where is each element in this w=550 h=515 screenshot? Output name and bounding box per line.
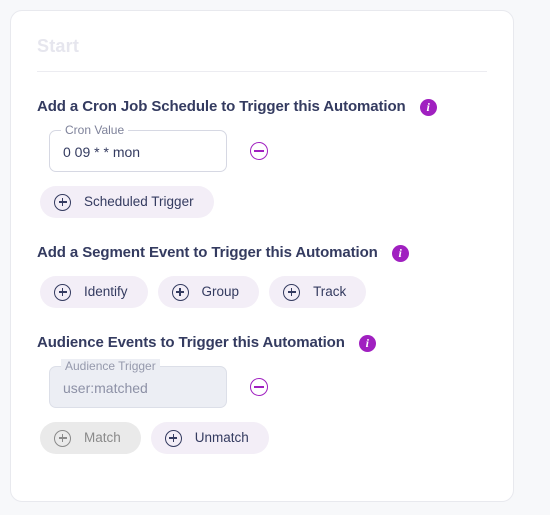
group-chip[interactable]: Group	[157, 276, 260, 308]
chip-label: Identify	[84, 284, 128, 299]
audience-trigger-input: user:matched	[63, 380, 148, 396]
chip-label: Scheduled Trigger	[84, 194, 194, 209]
match-chip: Match	[40, 422, 141, 454]
audience-trigger-field-row: Audience Trigger user:matched	[49, 359, 487, 408]
section-title: Audience Events to Trigger this Automati…	[37, 334, 345, 351]
info-icon[interactable]: i	[391, 244, 409, 262]
track-chip[interactable]: Track	[269, 276, 367, 308]
plus-circle-icon	[54, 429, 71, 447]
chip-label: Match	[84, 430, 121, 445]
chip-label: Group	[201, 284, 240, 299]
chip-label: Unmatch	[194, 430, 249, 445]
cron-value-input[interactable]: 0 09 * * mon	[63, 142, 140, 162]
info-icon[interactable]: i	[419, 98, 437, 116]
minus-circle-icon[interactable]	[250, 378, 268, 396]
section-header-segment: Add a Segment Event to Trigger this Auto…	[37, 244, 487, 262]
chip-label: Track	[313, 284, 347, 299]
scheduled-trigger-chip[interactable]: Scheduled Trigger	[40, 186, 214, 218]
plus-circle-icon	[283, 283, 301, 301]
plus-circle-icon	[54, 283, 71, 301]
info-icon[interactable]: i	[358, 334, 376, 352]
audience-trigger-field: Audience Trigger user:matched	[49, 359, 227, 408]
minus-circle-icon[interactable]	[250, 142, 268, 160]
segment-chip-row: Identify Group Track	[40, 276, 487, 308]
cron-value-field-row: Cron Value 0 09 * * mon	[49, 123, 487, 172]
section-header-audience: Audience Events to Trigger this Automati…	[37, 334, 487, 352]
audience-chip-row: Match Unmatch	[40, 422, 487, 454]
audience-trigger-label: Audience Trigger	[61, 359, 160, 373]
plus-circle-icon	[171, 283, 189, 301]
plus-circle-icon	[54, 193, 71, 211]
identify-chip[interactable]: Identify	[40, 276, 148, 308]
cron-chip-row: Scheduled Trigger	[40, 186, 487, 218]
automation-trigger-card: Start Add a Cron Job Schedule to Trigger…	[10, 10, 514, 502]
plus-circle-icon	[164, 429, 182, 447]
unmatch-chip[interactable]: Unmatch	[150, 422, 269, 454]
start-title: Start	[37, 36, 80, 56]
section-header-cron: Add a Cron Job Schedule to Trigger this …	[37, 98, 487, 116]
cron-value-label: Cron Value	[61, 123, 129, 137]
section-title: Add a Cron Job Schedule to Trigger this …	[37, 98, 406, 115]
cron-value-field[interactable]: Cron Value 0 09 * * mon	[49, 123, 227, 172]
header-divider	[37, 71, 487, 72]
section-title: Add a Segment Event to Trigger this Auto…	[37, 244, 378, 261]
